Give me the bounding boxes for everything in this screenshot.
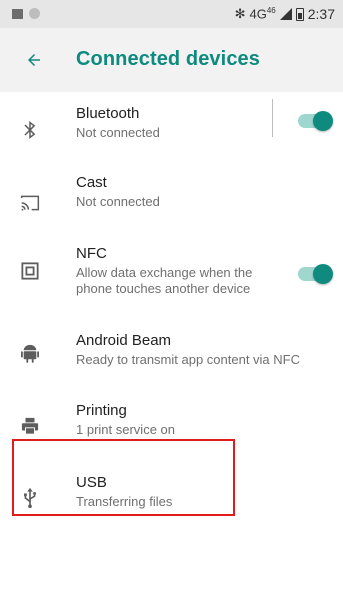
toggle-knob [313,111,333,131]
bluetooth-toggle[interactable] [298,111,333,131]
nfc-item[interactable]: NFC Allow data exchange when the phone t… [0,234,343,326]
android-beam-label: Android Beam [76,332,172,349]
bluetooth-status: Not connected [76,125,160,140]
notification-icon [12,8,23,19]
printer-icon [18,414,42,438]
android-icon [18,341,42,365]
battery-icon [295,7,304,21]
divider [272,99,273,137]
notification-dot-icon [29,8,40,19]
status-left [12,8,40,19]
nfc-description: Allow data exchange when the phone touch… [76,265,253,296]
clock: 2:37 [307,6,335,22]
app-bar: Connected devices [0,28,343,92]
usb-highlight-box [12,439,235,516]
toggle-knob [313,264,333,284]
status-right: ✻ 4G46 2:37 [235,6,335,22]
network-label: 4G [249,6,267,22]
bluetooth-icon [18,118,42,142]
nfc-icon [18,259,42,283]
nfc-label: NFC [76,245,107,262]
printing-status: 1 print service on [76,422,175,437]
back-button[interactable] [22,48,46,72]
android-beam-item[interactable]: Android Beam Ready to transmit app conte… [0,326,343,398]
cast-item[interactable]: Cast Not connected [0,168,343,234]
android-beam-status: Ready to transmit app content via NFC [76,352,300,367]
arrow-left-icon [28,54,40,66]
network-type: 4G46 [250,6,276,21]
cast-icon [18,191,42,215]
printing-label: Printing [76,402,127,419]
network-superscript: 46 [266,6,276,16]
bluetooth-label: Bluetooth [76,105,140,122]
bluetooth-status-icon: ✻ [234,6,246,21]
status-bar: ✻ 4G46 2:37 [0,0,343,28]
cast-status: Not connected [76,194,160,209]
bluetooth-item[interactable]: Bluetooth Not connected [0,92,343,168]
cast-label: Cast [76,174,107,191]
nfc-toggle[interactable] [298,264,333,284]
signal-icon [279,8,292,20]
page-title: Connected devices [76,48,260,70]
